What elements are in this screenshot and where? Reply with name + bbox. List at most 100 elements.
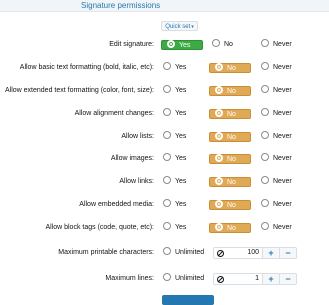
option-no[interactable]: No xyxy=(212,39,233,51)
option-yes-selected[interactable]: Yes xyxy=(161,40,203,50)
option-yes[interactable]: Yes xyxy=(163,176,186,188)
option-label: Yes xyxy=(175,178,187,185)
radio-checked-icon xyxy=(215,154,223,163)
option-never[interactable]: Never xyxy=(261,85,292,97)
radio-unchecked-icon xyxy=(163,131,171,140)
option-label: No xyxy=(227,65,236,72)
option-no-selected[interactable]: No xyxy=(209,200,251,210)
option-never[interactable]: Never xyxy=(261,222,292,234)
radio-checked-icon xyxy=(215,223,223,232)
chevron-down-icon: ▾ xyxy=(191,24,194,30)
number-stepper: 100 + − xyxy=(213,247,297,259)
option-no-selected[interactable]: No xyxy=(209,223,251,233)
option-label: Unlimited xyxy=(175,275,205,282)
option-label: Never xyxy=(273,41,292,48)
permission-label: Allow basic text formatting (bold, itali… xyxy=(19,64,154,71)
radio-unchecked-icon xyxy=(261,153,269,162)
option-label: Yes xyxy=(175,201,187,208)
option-label: No xyxy=(227,88,236,95)
radio-unchecked-icon xyxy=(261,131,269,140)
permission-label: Edit signature: xyxy=(109,41,154,48)
permission-row: Allow alignment changes: Yes No Never xyxy=(0,108,329,120)
option-label: Never xyxy=(273,155,292,162)
option-never[interactable]: Never xyxy=(261,62,292,74)
option-yes[interactable]: Yes xyxy=(163,62,186,74)
permission-label: Allow alignment changes: xyxy=(74,110,154,117)
section-title: Signature permissions xyxy=(81,1,161,10)
numeric-label: Maximum lines: xyxy=(105,275,154,282)
radio-unchecked-icon xyxy=(261,199,269,208)
number-stepper: 1 + − xyxy=(213,273,297,285)
numeric-row: Maximum printable characters: Unlimited 10… xyxy=(0,247,329,259)
radio-unchecked-icon xyxy=(261,222,269,231)
option-yes[interactable]: Yes xyxy=(163,153,186,165)
section-header-band: Signature permissions xyxy=(0,0,329,12)
option-label: Yes xyxy=(175,155,187,162)
radio-unchecked-icon xyxy=(163,222,171,231)
option-label: Never xyxy=(273,87,292,94)
option-yes[interactable]: Yes xyxy=(163,199,186,211)
option-never[interactable]: Never xyxy=(261,108,292,120)
increment-button[interactable]: + xyxy=(262,274,279,284)
option-label: Never xyxy=(273,133,292,140)
radio-unchecked-icon xyxy=(212,39,220,48)
permission-row: Allow block tags (code, quote, etc): Yes N… xyxy=(0,222,329,234)
option-label: No xyxy=(227,156,236,163)
option-unlimited[interactable]: Unlimited xyxy=(163,247,204,259)
option-never[interactable]: Never xyxy=(261,131,292,143)
quick-set-dropdown[interactable]: Quick set▾ xyxy=(161,21,198,31)
permission-label: Allow lists: xyxy=(121,133,154,140)
radio-checked-icon xyxy=(215,132,223,141)
radio-unchecked-icon xyxy=(261,62,269,71)
option-never[interactable]: Never xyxy=(261,39,292,51)
option-no-selected[interactable]: No xyxy=(209,86,251,96)
option-no-selected[interactable]: No xyxy=(209,132,251,142)
radio-checked-icon xyxy=(215,177,223,186)
option-never[interactable]: Never xyxy=(261,153,292,165)
radio-checked-icon xyxy=(167,40,175,49)
option-label: No xyxy=(227,202,236,209)
option-label: Yes xyxy=(175,87,187,94)
radio-unchecked-icon xyxy=(163,62,171,71)
option-no-selected[interactable]: No xyxy=(209,154,251,164)
permission-label: Allow block tags (code, quote, etc): xyxy=(45,224,154,231)
option-yes[interactable]: Yes xyxy=(163,222,186,234)
option-label: Yes xyxy=(175,64,187,71)
option-yes[interactable]: Yes xyxy=(163,131,186,143)
decrement-button[interactable]: − xyxy=(279,248,296,258)
permission-label: Allow embedded media: xyxy=(79,201,154,208)
number-input[interactable]: 1 xyxy=(255,274,259,284)
decrement-button[interactable]: − xyxy=(279,274,296,284)
option-label: Unlimited xyxy=(175,249,205,256)
option-no-selected[interactable]: No xyxy=(209,63,251,73)
option-no-selected[interactable]: No xyxy=(209,177,251,187)
permission-row: Edit signature: Yes No Never xyxy=(0,39,329,51)
radio-unchecked-icon xyxy=(163,247,171,256)
option-label: No xyxy=(227,111,236,118)
option-yes[interactable]: Yes xyxy=(163,85,186,97)
option-label: Yes xyxy=(175,133,187,140)
option-label: No xyxy=(224,41,233,48)
radio-unchecked-icon xyxy=(163,176,171,185)
option-label: Yes xyxy=(175,110,187,117)
prohibited-icon xyxy=(217,276,224,283)
option-label: Never xyxy=(273,178,292,185)
radio-unchecked-icon xyxy=(163,85,171,94)
radio-unchecked-icon xyxy=(163,199,171,208)
option-yes[interactable]: Yes xyxy=(163,108,186,120)
permission-row: Allow embedded media: Yes No Never xyxy=(0,199,329,211)
radio-checked-icon xyxy=(215,86,223,95)
option-unlimited[interactable]: Unlimited xyxy=(163,273,204,285)
save-button[interactable] xyxy=(162,295,214,305)
numeric-row: Maximum lines: Unlimited 1 + − xyxy=(0,273,329,285)
number-input[interactable]: 100 xyxy=(247,248,259,258)
permission-row: Allow basic text formatting (bold, itali… xyxy=(0,62,329,74)
increment-button[interactable]: + xyxy=(262,248,279,258)
prohibited-icon xyxy=(217,250,224,257)
permission-row: Allow images: Yes No Never xyxy=(0,153,329,165)
option-label: No xyxy=(227,179,236,186)
option-never[interactable]: Never xyxy=(261,199,292,211)
radio-checked-icon xyxy=(215,63,223,72)
option-no-selected[interactable]: No xyxy=(209,109,251,119)
option-never[interactable]: Never xyxy=(261,176,292,188)
